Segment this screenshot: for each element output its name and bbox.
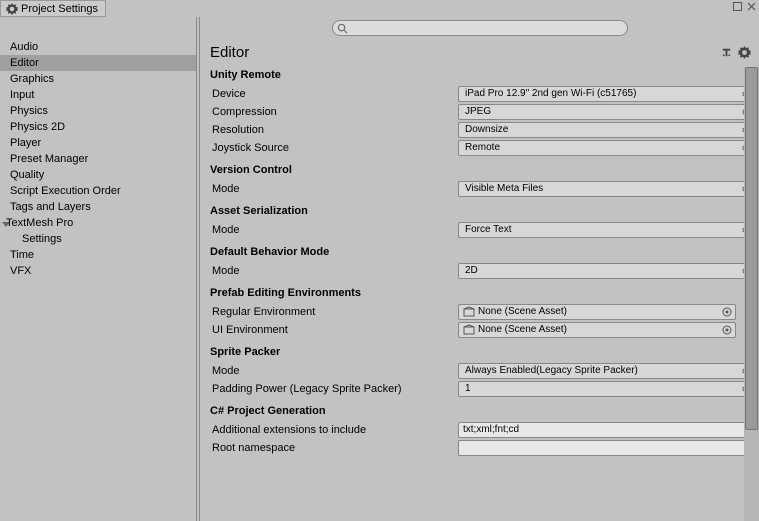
body: Audio Editor Graphics Input Physics Phys… [0, 17, 759, 521]
section-sprite-packer: Sprite Packer [210, 346, 757, 358]
input-cs-rootns[interactable] [458, 440, 753, 456]
label-device: Device [210, 88, 458, 100]
label-cs-rootns: Root namespace [210, 442, 458, 454]
dropdown-resolution[interactable]: Downsize [458, 122, 753, 138]
label-db-mode: Mode [210, 265, 458, 277]
dropdown-vc-mode[interactable]: Visible Meta Files [458, 181, 753, 197]
titlebar: Project Settings [0, 0, 759, 17]
label-sp-padding: Padding Power (Legacy Sprite Packer) [210, 383, 458, 395]
sidebar-item-editor[interactable]: Editor [0, 55, 196, 71]
dropdown-sp-mode[interactable]: Always Enabled(Legacy Sprite Packer) [458, 363, 753, 379]
sidebar-item-preset[interactable]: Preset Manager [0, 151, 196, 167]
maximize-icon[interactable] [731, 0, 743, 12]
label-compression: Compression [210, 106, 458, 118]
section-default-behavior: Default Behavior Mode [210, 246, 757, 258]
project-settings-window: Project Settings Audio Editor Graphics I… [0, 0, 759, 521]
object-picker-icon[interactable] [720, 324, 734, 336]
label-resolution: Resolution [210, 124, 458, 136]
sidebar-item-physics[interactable]: Physics [0, 103, 196, 119]
dropdown-compression[interactable]: JPEG [458, 104, 753, 120]
row-cs-ext: Additional extensions to include [210, 421, 757, 438]
row-ui-env: UI Environment None (Scene Asset) [210, 321, 757, 338]
search-icon [337, 23, 348, 34]
label-regular-env: Regular Environment [210, 306, 458, 318]
sidebar-item-quality[interactable]: Quality [0, 167, 196, 183]
row-db-mode: Mode 2D [210, 262, 757, 279]
row-joystick: Joystick Source Remote [210, 139, 757, 156]
row-regular-env: Regular Environment None (Scene Asset) [210, 303, 757, 320]
inspector-header: Editor [200, 39, 759, 67]
gear-icon [6, 3, 18, 15]
sidebar-item-graphics[interactable]: Graphics [0, 71, 196, 87]
row-device: Device iPad Pro 12.9" 2nd gen Wi-Fi (c51… [210, 85, 757, 102]
dropdown-joystick[interactable]: Remote [458, 140, 753, 156]
label-vc-mode: Mode [210, 183, 458, 195]
row-compression: Compression JPEG [210, 103, 757, 120]
section-asset-serialization: Asset Serialization [210, 205, 757, 217]
row-cs-rootns: Root namespace [210, 439, 757, 456]
dropdown-db-mode[interactable]: 2D [458, 263, 753, 279]
object-picker-icon[interactable] [720, 306, 734, 318]
sidebar-item-tags[interactable]: Tags and Layers [0, 199, 196, 215]
sceneasset-icon [463, 324, 475, 336]
label-cs-ext: Additional extensions to include [210, 424, 458, 436]
section-csharp-gen: C# Project Generation [210, 405, 757, 417]
sidebar-item-physics2d[interactable]: Physics 2D [0, 119, 196, 135]
dropdown-as-mode[interactable]: Force Text [458, 222, 753, 238]
label-joystick: Joystick Source [210, 142, 458, 154]
settings-icon[interactable] [737, 45, 751, 59]
section-version-control: Version Control [210, 164, 757, 176]
objectfield-regular-env[interactable]: None (Scene Asset) [458, 304, 736, 320]
searchbar-row [200, 17, 759, 39]
sidebar-item-input[interactable]: Input [0, 87, 196, 103]
row-sp-mode: Mode Always Enabled(Legacy Sprite Packer… [210, 362, 757, 379]
sidebar-item-vfx[interactable]: VFX [0, 263, 196, 279]
window-controls [731, 0, 757, 12]
window-title: Project Settings [21, 3, 98, 15]
sidebar-item-audio[interactable]: Audio [0, 39, 196, 55]
label-as-mode: Mode [210, 224, 458, 236]
sidebar-item-tmp-settings[interactable]: Settings [0, 231, 196, 247]
row-vc-mode: Mode Visible Meta Files [210, 180, 757, 197]
objectfield-ui-env[interactable]: None (Scene Asset) [458, 322, 736, 338]
search-input[interactable] [350, 23, 623, 34]
sidebar-item-script-order[interactable]: Script Execution Order [0, 183, 196, 199]
sidebar-item-time[interactable]: Time [0, 247, 196, 263]
row-resolution: Resolution Downsize [210, 121, 757, 138]
dropdown-sp-padding[interactable]: 1 [458, 381, 753, 397]
row-as-mode: Mode Force Text [210, 221, 757, 238]
label-ui-env: UI Environment [210, 324, 458, 336]
help-icon[interactable] [719, 45, 733, 59]
sidebar: Audio Editor Graphics Input Physics Phys… [0, 17, 196, 521]
section-unity-remote: Unity Remote [210, 69, 757, 81]
page-title: Editor [210, 44, 249, 61]
sidebar-item-player[interactable]: Player [0, 135, 196, 151]
close-icon[interactable] [745, 0, 757, 12]
label-sp-mode: Mode [210, 365, 458, 377]
window-tab[interactable]: Project Settings [0, 0, 106, 17]
row-sp-padding: Padding Power (Legacy Sprite Packer) 1 [210, 380, 757, 397]
section-prefab-env: Prefab Editing Environments [210, 287, 757, 299]
inspector-header-tools [719, 45, 751, 59]
content-area: Editor Unity Remote Device iPad Pro 12.9… [200, 17, 759, 521]
scrollbar-thumb[interactable] [745, 67, 758, 430]
input-cs-ext[interactable] [458, 422, 753, 438]
scroll-pane[interactable]: Unity Remote Device iPad Pro 12.9" 2nd g… [200, 67, 759, 521]
dropdown-device[interactable]: iPad Pro 12.9" 2nd gen Wi-Fi (c51765) [458, 86, 753, 102]
sceneasset-icon [463, 306, 475, 318]
sidebar-item-textmeshpro[interactable]: TextMesh Pro [0, 215, 196, 231]
searchbar[interactable] [332, 20, 628, 36]
scrollbar[interactable] [744, 67, 759, 521]
